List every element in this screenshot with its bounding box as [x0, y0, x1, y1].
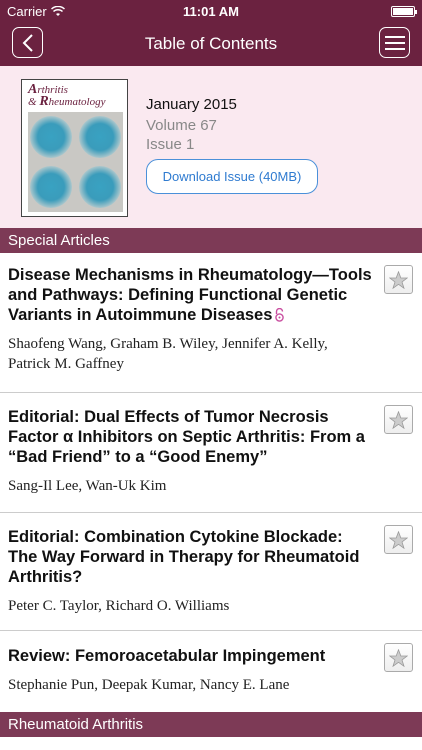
status-time: 11:01 AM: [183, 3, 239, 19]
favorite-button[interactable]: [384, 525, 413, 554]
article-authors: Shaofeng Wang, Graham B. Wiley, Jennifer…: [8, 336, 328, 372]
article-item[interactable]: Review: Femoroacetabular Impingement Ste…: [0, 631, 422, 712]
issue-date: January 2015: [146, 96, 237, 113]
cover-journal-logo: Arthritis & Rheumatology: [28, 82, 106, 109]
article-item[interactable]: Editorial: Combination Cytokine Blockade…: [0, 513, 422, 631]
menu-button[interactable]: [379, 27, 410, 58]
article-title: Disease Mechanisms in Rheumatology—Tools…: [8, 266, 372, 324]
article-item[interactable]: Editorial: Dual Effects of Tumor Necrosi…: [0, 393, 422, 513]
article-item[interactable]: Disease Mechanisms in Rheumatology—Tools…: [0, 253, 422, 393]
open-access-icon: [275, 308, 285, 322]
article-title: Editorial: Combination Cytokine Blockade…: [8, 528, 360, 586]
star-icon: [389, 410, 408, 429]
article-authors: Stephanie Pun, Deepak Kumar, Nancy E. La…: [8, 677, 290, 693]
download-issue-button[interactable]: Download Issue (40MB): [146, 159, 318, 194]
battery-icon: [391, 5, 417, 17]
hamburger-menu-icon: [384, 35, 405, 50]
section-header-special-articles: Special Articles: [0, 228, 422, 253]
page-title: Table of Contents: [144, 34, 278, 53]
article-authors: Peter C. Taylor, Richard O. Williams: [8, 598, 230, 614]
section-header-rheumatoid-arthritis: Rheumatoid Arthritis: [0, 712, 422, 737]
star-icon: [389, 530, 408, 549]
star-icon: [389, 270, 408, 289]
status-bar: Carrier 11:01 AM: [0, 0, 422, 22]
favorite-button[interactable]: [384, 643, 413, 672]
issue-info: January 2015 Volume 67 Issue 1: [146, 96, 237, 154]
article-title: Review: Femoroacetabular Impingement: [8, 647, 326, 665]
issue-number: Issue 1: [146, 136, 195, 153]
article-authors: Sang-Il Lee, Wan-Uk Kim: [8, 478, 167, 494]
issue-cover-image[interactable]: Arthritis & Rheumatology: [21, 79, 128, 217]
issue-volume: Volume 67: [146, 117, 217, 134]
favorite-button[interactable]: [384, 265, 413, 294]
issue-header: Arthritis & Rheumatology January 2015 Vol…: [0, 66, 422, 228]
favorite-button[interactable]: [384, 405, 413, 434]
navigation-bar: Table of Contents: [0, 22, 422, 66]
star-icon: [389, 648, 408, 667]
article-title: Editorial: Dual Effects of Tumor Necrosi…: [8, 408, 365, 466]
